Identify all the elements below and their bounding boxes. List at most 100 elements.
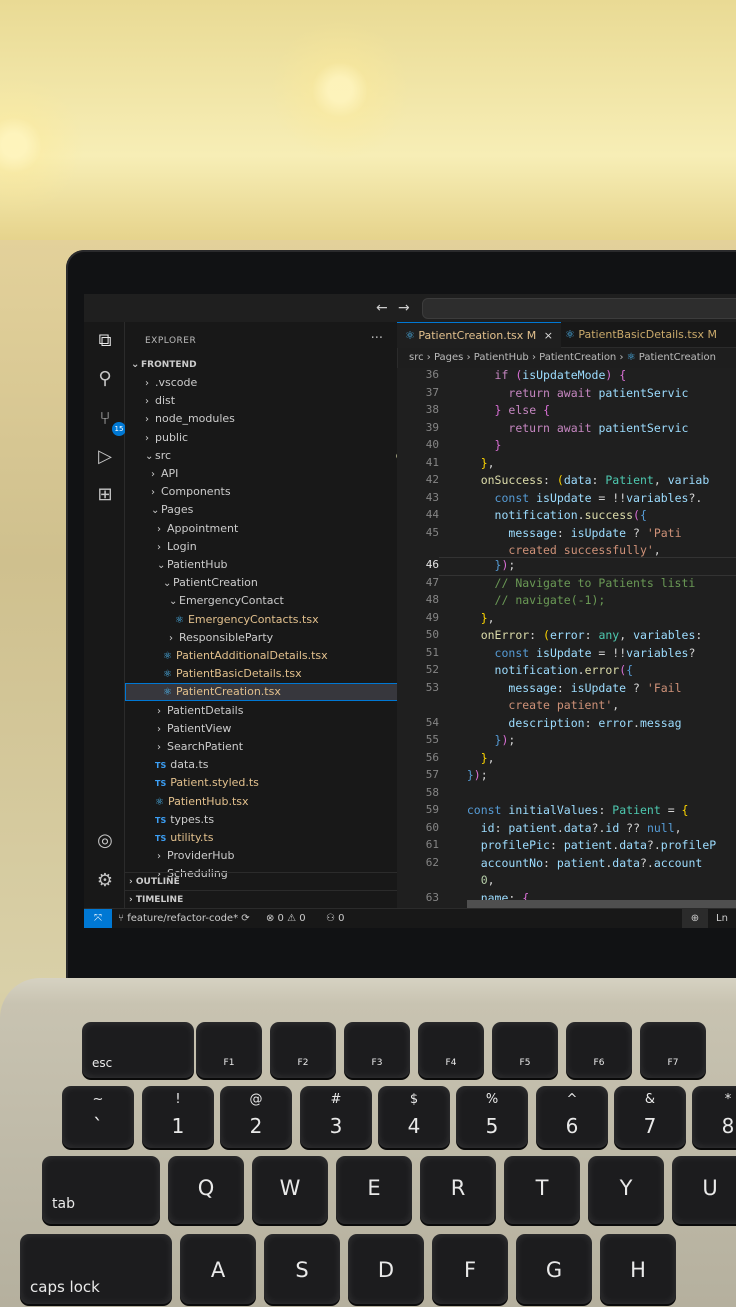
forward-arrow-icon[interactable]: → [398, 300, 410, 316]
breadcrumb-item[interactable]: PatientHub [474, 352, 529, 363]
key[interactable]: F3 [344, 1022, 410, 1078]
tree-folder-patienthub[interactable]: ⌄ PatientHub [125, 556, 429, 574]
tab-patientbasicdetails[interactable]: ⚛ PatientBasicDetails.tsx M [557, 322, 725, 347]
command-center-search[interactable]: ⌕ frontend [422, 298, 736, 319]
key[interactable]: F5 [492, 1022, 558, 1078]
branch-status[interactable]: ⑂ feature/refactor-code* ⟳ [118, 909, 250, 928]
tree-file-patientbasicdetails-tsx[interactable]: ⚛PatientBasicDetails.tsxM [125, 665, 435, 683]
key[interactable]: A [180, 1234, 256, 1304]
cursor-position[interactable]: Ln 4 [716, 909, 736, 928]
key-label: esc [92, 1056, 113, 1070]
breadcrumb-item[interactable]: PatientCreation [539, 352, 616, 363]
tree-file-patientadditionaldetails-tsx[interactable]: ⚛PatientAdditionalDetails.tsxM [125, 647, 435, 665]
key[interactable]: S [264, 1234, 340, 1304]
tree-folder-searchpatient[interactable]: › SearchPatient [125, 738, 429, 756]
zoom-icon[interactable]: ⊕ [682, 909, 708, 928]
key[interactable]: F6 [566, 1022, 632, 1078]
code-area[interactable]: if (isUpdateMode) { return await patient… [453, 368, 736, 908]
key[interactable]: R [420, 1156, 496, 1224]
code-editor[interactable]: 36 37 38 39 40 41 42 43 44 45 46 47 48 49 50 51 52 53 54 55… [397, 368, 736, 908]
key[interactable]: U [672, 1156, 736, 1224]
key[interactable]: 2 @ [220, 1086, 292, 1148]
react-file-icon: ⚛ [163, 687, 172, 699]
key[interactable]: ` ~ [62, 1086, 134, 1148]
tree-folder-node-modules[interactable]: › node_modules [125, 410, 417, 428]
tree-folder-responsibleparty[interactable]: › ResponsibleParty [125, 629, 441, 647]
tree-folder-appointment[interactable]: › Appointment [125, 520, 429, 538]
tree-file-utility-ts[interactable]: TSutility.tsM [125, 829, 427, 847]
key[interactable]: 7 & [614, 1086, 686, 1148]
tree-folder-src[interactable]: ⌄ src [125, 447, 417, 465]
key[interactable]: 5% [456, 1086, 528, 1148]
tree-folder-emergencycontact[interactable]: ⌄ EmergencyContact [125, 592, 441, 610]
key-label: caps lock [30, 1278, 100, 1296]
key[interactable]: D [348, 1234, 424, 1304]
key[interactable]: G [516, 1234, 592, 1304]
gear-icon[interactable]: ⚙ [94, 870, 116, 892]
back-arrow-icon[interactable]: ← [376, 300, 388, 316]
tree-folder-dist[interactable]: › dist [125, 392, 417, 410]
outline-section[interactable]: › OUTLINE [125, 872, 401, 891]
tree-file-data-ts[interactable]: TS data.ts [125, 756, 427, 774]
breadcrumb-item[interactable]: PatientCreation [639, 352, 716, 363]
key[interactable]: F [432, 1234, 508, 1304]
tree-folder-login[interactable]: › Login [125, 538, 429, 556]
breadcrumb-item[interactable]: Pages [434, 352, 463, 363]
key[interactable]: Y [588, 1156, 664, 1224]
close-icon[interactable]: × [544, 329, 553, 342]
key[interactable]: T [504, 1156, 580, 1224]
horizontal-scrollbar[interactable] [467, 900, 736, 908]
key[interactable]: 1! [142, 1086, 214, 1148]
explorer-more-icon[interactable]: ··· [371, 331, 383, 346]
chevron-right-icon: › [157, 742, 161, 753]
explorer-root-folder[interactable]: ⌄ FRONTEND [125, 356, 403, 374]
source-control-icon[interactable]: ⑂ 15 [94, 408, 126, 436]
tree-folder-public[interactable]: › public [125, 429, 417, 447]
ports-status[interactable]: ⚇ 0 [326, 909, 345, 928]
tree-folder-api[interactable]: › API [125, 465, 423, 483]
remote-indicator-icon[interactable]: ⤧ [84, 909, 112, 928]
extensions-icon[interactable]: ⊞ [94, 484, 116, 506]
key[interactable]: H [600, 1234, 676, 1304]
tree-file-patientcreation-tsx[interactable]: ⚛PatientCreation.tsxM [125, 683, 435, 702]
tree-item-label: PatientCreation.tsx [175, 685, 281, 699]
tree-folder-pages[interactable]: ⌄ Pages [125, 501, 423, 519]
key-label: F3 [371, 1058, 383, 1068]
key[interactable]: F1 [196, 1022, 262, 1078]
key[interactable]: 8 * [692, 1086, 736, 1148]
search-icon[interactable]: ⚲ [94, 368, 116, 390]
key[interactable]: 4 $ [378, 1086, 450, 1148]
tree-folder--vscode[interactable]: › .vscode [125, 374, 417, 392]
key[interactable]: caps lock [20, 1234, 172, 1304]
key[interactable]: F7 [640, 1022, 706, 1078]
key-label: 7 [643, 1114, 657, 1138]
tree-folder-patientdetails[interactable]: › PatientDetails [125, 702, 429, 720]
problems-status[interactable]: ⊗ 0 ⚠ 0 [266, 909, 306, 928]
tree-file-patient-styled-ts[interactable]: TSPatient.styled.tsM [125, 774, 427, 792]
chevron-right-icon: › [145, 378, 149, 389]
tree-folder-patientview[interactable]: › PatientView [125, 720, 429, 738]
line-number: 62 [425, 855, 439, 869]
line-number: 54 [425, 715, 439, 729]
key-shift-label: @ [249, 1092, 263, 1107]
key[interactable]: esc [82, 1022, 194, 1078]
account-icon[interactable]: ◎ [94, 830, 116, 852]
explorer-files-icon[interactable]: ⧉ [94, 330, 116, 352]
key[interactable]: Q [168, 1156, 244, 1224]
key[interactable]: W [252, 1156, 328, 1224]
key[interactable]: 3 # [300, 1086, 372, 1148]
key[interactable]: 6 ^ [536, 1086, 608, 1148]
tree-folder-patientcreation[interactable]: ⌄ PatientCreation [125, 574, 435, 592]
tree-folder-providerhub[interactable]: › ProviderHub [125, 847, 429, 865]
tab-patientcreation[interactable]: ⚛ PatientCreation.tsx M × [397, 322, 561, 348]
tree-folder-components[interactable]: › Components [125, 483, 423, 501]
key[interactable]: E [336, 1156, 412, 1224]
run-debug-icon[interactable]: ▷ [94, 446, 116, 468]
key[interactable]: F2 [270, 1022, 336, 1078]
key[interactable]: tab [42, 1156, 160, 1224]
breadcrumb-item[interactable]: src [409, 352, 424, 363]
tree-file-types-ts[interactable]: TS types.ts [125, 811, 427, 829]
key[interactable]: F4 [418, 1022, 484, 1078]
tree-file-patienthub-tsx[interactable]: ⚛PatientHub.tsxM [125, 793, 427, 811]
timeline-section[interactable]: › TIMELINE [125, 890, 401, 909]
